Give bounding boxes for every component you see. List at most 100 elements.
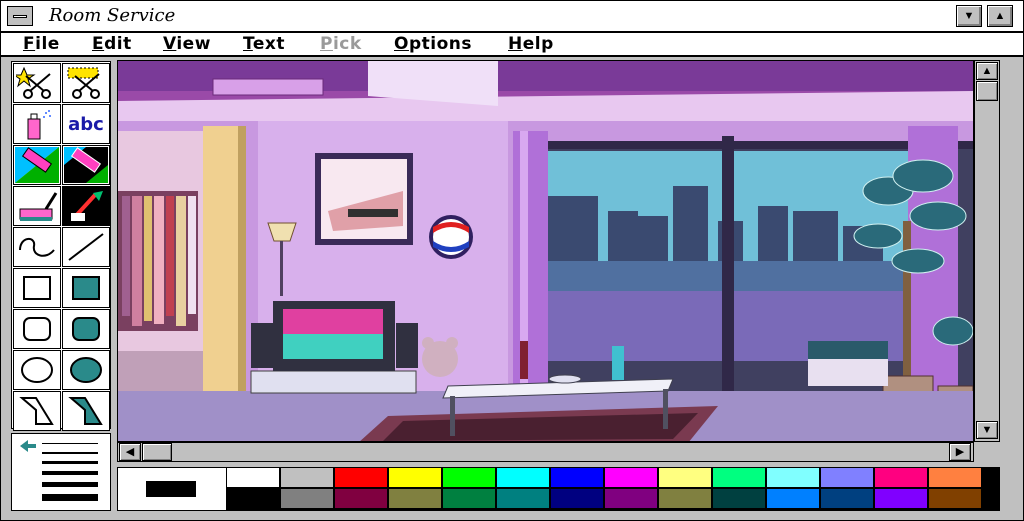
menu-help[interactable]: Help <box>508 34 554 54</box>
airbrush-tool[interactable] <box>13 104 61 144</box>
color-swatch[interactable] <box>335 489 388 509</box>
color-swatch[interactable] <box>713 489 766 509</box>
color-swatch[interactable] <box>281 468 334 488</box>
color-swatch[interactable] <box>875 468 928 488</box>
menu-view[interactable]: View <box>163 34 211 54</box>
box-icon <box>23 276 51 300</box>
color-swatch[interactable] <box>551 489 604 509</box>
brush-tool[interactable] <box>62 186 110 226</box>
color-swatch[interactable] <box>767 468 820 488</box>
toolbox: abc <box>11 61 111 431</box>
vertical-scroll-thumb[interactable] <box>976 81 998 101</box>
scroll-right-button[interactable]: ▶ <box>949 443 971 461</box>
color-swatch[interactable] <box>659 489 712 509</box>
paint-roller-icon <box>19 192 58 221</box>
arrow-right-icon: ▶ <box>955 446 965 458</box>
color-swatch[interactable] <box>281 489 334 509</box>
color-eraser-tool[interactable] <box>13 145 61 185</box>
filled-circle-icon <box>70 357 102 383</box>
filled-box-icon <box>72 276 100 300</box>
menu-pick[interactable]: Pick <box>320 34 362 54</box>
color-swatch[interactable] <box>389 468 442 488</box>
minimize-button[interactable]: ▼ <box>956 5 982 27</box>
color-eraser-icon <box>15 147 59 183</box>
filled-polygon-icon <box>68 397 103 425</box>
color-swatch[interactable] <box>605 489 658 509</box>
filled-circle-tool[interactable] <box>62 350 110 390</box>
filled-polygon-tool[interactable] <box>62 391 110 431</box>
scroll-up-button[interactable]: ▲ <box>976 62 998 80</box>
maximize-icon: ▲ <box>994 10 1006 22</box>
menu-bar: File Edit View Text Pick Options Help <box>1 33 1023 57</box>
spray-can-icon <box>27 110 51 140</box>
circle-icon <box>21 357 53 383</box>
filled-rounded-box-icon <box>72 317 100 341</box>
arrow-left-icon: ◀ <box>125 446 135 458</box>
color-swatch[interactable] <box>929 489 982 509</box>
color-swatch[interactable] <box>605 468 658 488</box>
curve-tool[interactable] <box>13 227 61 267</box>
polygon-icon <box>19 397 54 425</box>
rounded-box-tool[interactable] <box>13 309 61 349</box>
line-icon <box>68 233 104 261</box>
rounded-box-icon <box>23 317 51 341</box>
width-pointer-icon <box>20 440 36 452</box>
color-swatch[interactable] <box>659 468 712 488</box>
clothes <box>122 196 196 326</box>
current-colors-indicator[interactable] <box>118 468 227 510</box>
scroll-left-button[interactable]: ◀ <box>119 443 141 461</box>
color-swatch[interactable] <box>767 489 820 509</box>
drawing-canvas[interactable] <box>117 60 974 442</box>
line-tool[interactable] <box>62 227 110 267</box>
pick-rectangle-tool[interactable] <box>62 63 110 103</box>
color-swatch[interactable] <box>875 489 928 509</box>
color-swatch[interactable] <box>389 489 442 509</box>
vertical-scrollbar[interactable]: ▲ ▼ <box>974 60 1000 442</box>
minimize-icon: ▼ <box>963 10 975 22</box>
color-swatch[interactable] <box>443 468 496 488</box>
eraser-icon <box>64 147 108 183</box>
menu-text[interactable]: Text <box>243 34 285 54</box>
color-swatch[interactable] <box>713 468 766 488</box>
color-palette <box>117 467 1000 511</box>
polygon-tool[interactable] <box>13 391 61 431</box>
pick-freeform-tool[interactable] <box>13 63 61 103</box>
scroll-down-button[interactable]: ▼ <box>976 421 998 439</box>
foreground-color <box>146 481 196 497</box>
color-swatch[interactable] <box>227 468 280 488</box>
text-tool[interactable]: abc <box>62 104 110 144</box>
line-width-selector[interactable] <box>11 433 111 511</box>
title-bar[interactable]: Room Service ▼ ▲ <box>1 1 1023 33</box>
menu-edit[interactable]: Edit <box>92 34 132 54</box>
filled-box-tool[interactable] <box>62 268 110 308</box>
color-swatch[interactable] <box>821 489 874 509</box>
color-swatch[interactable] <box>551 468 604 488</box>
color-swatch[interactable] <box>497 489 550 509</box>
filled-rounded-box-tool[interactable] <box>62 309 110 349</box>
circle-tool[interactable] <box>13 350 61 390</box>
color-swatch[interactable] <box>821 468 874 488</box>
arrow-down-icon: ▼ <box>981 424 993 436</box>
brush-icon <box>71 191 103 221</box>
system-menu-icon <box>13 15 27 18</box>
color-swatch[interactable] <box>227 489 280 509</box>
curve-icon <box>19 238 55 257</box>
box-tool[interactable] <box>13 268 61 308</box>
color-swatch[interactable] <box>443 489 496 509</box>
line-width-options <box>20 440 98 501</box>
horizontal-scroll-thumb[interactable] <box>142 443 172 461</box>
window-title: Room Service <box>49 5 176 26</box>
system-menu-button[interactable] <box>7 6 33 26</box>
maximize-button[interactable]: ▲ <box>987 5 1013 27</box>
horizontal-scrollbar[interactable]: ◀ ▶ <box>117 442 974 462</box>
eraser-tool[interactable] <box>62 145 110 185</box>
paint-roller-tool[interactable] <box>13 186 61 226</box>
text-icon: abc <box>68 113 104 135</box>
color-swatch[interactable] <box>929 468 982 488</box>
menu-file[interactable]: File <box>23 34 60 54</box>
arrow-up-icon: ▲ <box>981 65 993 77</box>
scissors-rect-icon <box>67 67 100 99</box>
color-swatch[interactable] <box>497 468 550 488</box>
menu-options[interactable]: Options <box>394 34 472 54</box>
color-swatch[interactable] <box>335 468 388 488</box>
